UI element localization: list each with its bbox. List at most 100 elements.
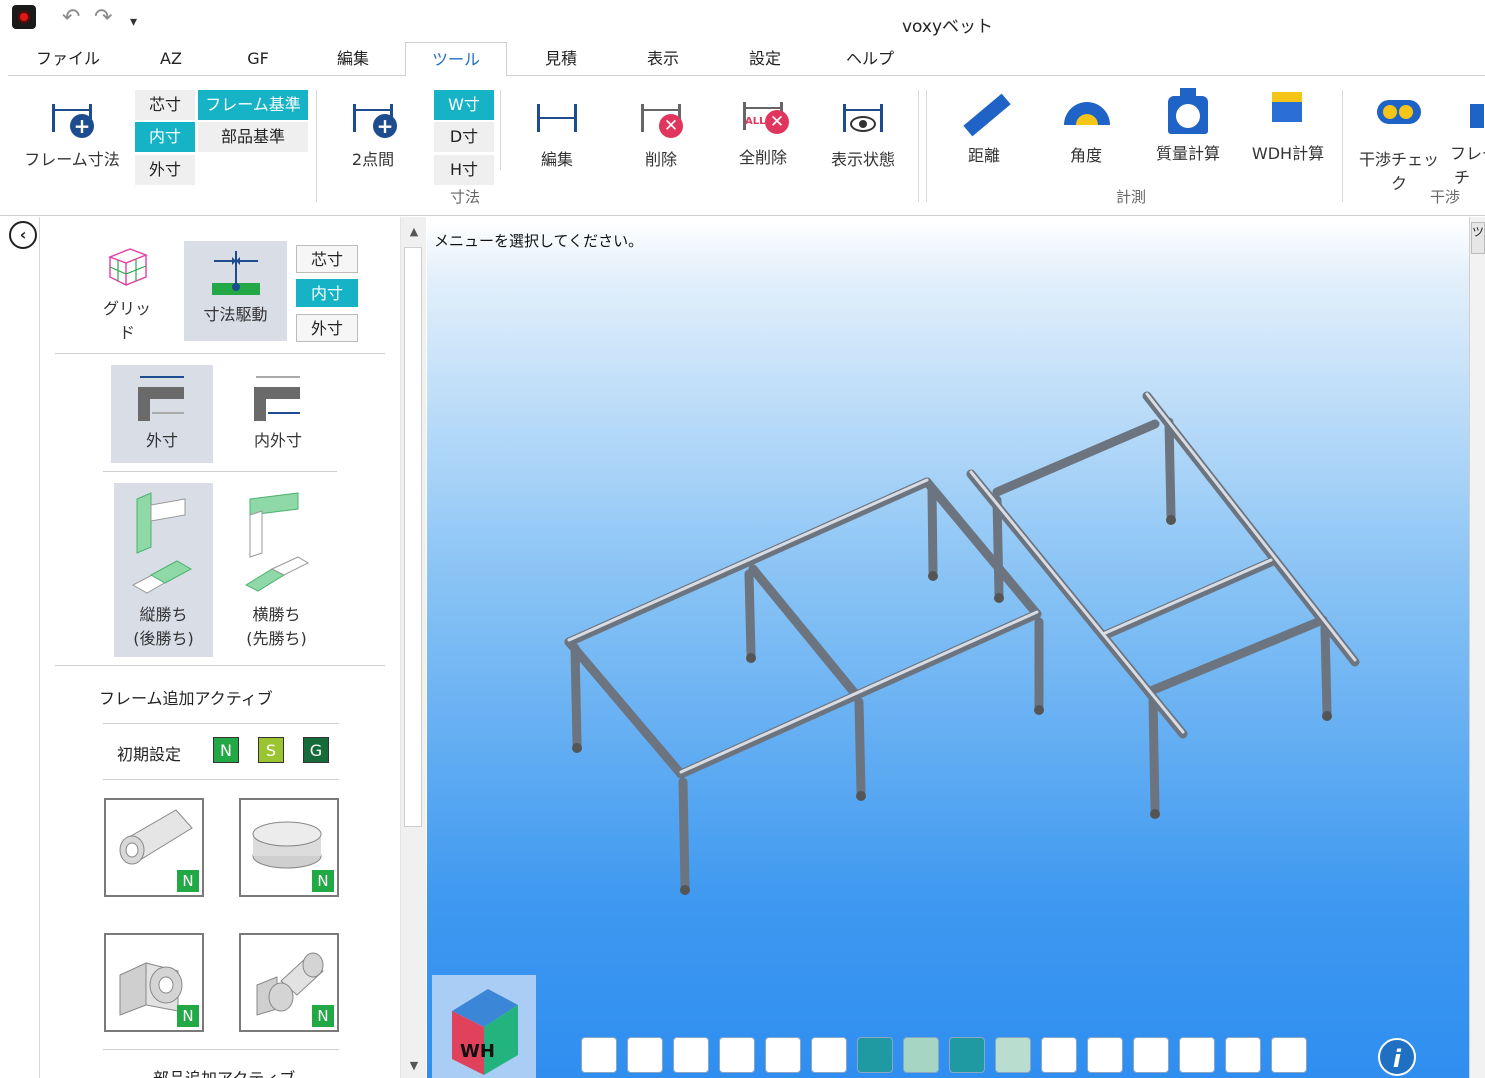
frame-add-active-heading: フレーム追加アクティブ: [99, 689, 273, 708]
navigation-cube[interactable]: WH: [432, 975, 536, 1078]
iso-view-icon[interactable]: [1041, 1037, 1077, 1073]
angle-button[interactable]: 角度: [1052, 90, 1120, 166]
two-point-label: 2点間: [351, 150, 395, 169]
panel-scrollbar[interactable]: ▲ ▼: [400, 217, 426, 1078]
frame-model-render[interactable]: [427, 362, 1469, 1062]
zoom-icon[interactable]: [765, 1037, 801, 1073]
fit-view-icon[interactable]: [581, 1037, 617, 1073]
pan-icon[interactable]: [719, 1037, 755, 1073]
frame-dimension-label: フレーム寸法: [24, 150, 120, 169]
horizontal-win-button[interactable]: 横勝ち (先勝ち): [227, 483, 326, 657]
delete-dim-label: 削除: [644, 150, 677, 169]
frame-check-label: フレー: [1450, 144, 1485, 163]
delete-all-label: 全削除: [738, 148, 787, 167]
inner-dim-option[interactable]: 内寸: [135, 122, 195, 152]
grid-button[interactable]: グリッド: [97, 243, 157, 342]
view-cube-label: WH: [460, 1041, 495, 1062]
front-view-icon[interactable]: [949, 1037, 985, 1073]
panel-outer-dim-option[interactable]: 外寸: [296, 314, 358, 342]
panel-inner-dim-option[interactable]: 内寸: [296, 279, 358, 307]
zoom-window-icon[interactable]: [627, 1037, 663, 1073]
inner-outer-dim-mode-button[interactable]: 内外寸: [227, 365, 329, 463]
back-view-icon[interactable]: [1225, 1037, 1261, 1073]
part-n-badge: N: [312, 1005, 334, 1027]
shaded-edges-view-icon[interactable]: [903, 1037, 939, 1073]
tab-help[interactable]: ヘルプ: [840, 42, 900, 76]
d-dim-option[interactable]: D寸: [434, 122, 494, 152]
scroll-down-icon[interactable]: ▼: [401, 1055, 427, 1077]
delete-dim-button[interactable]: ✕ 削除: [626, 94, 696, 170]
tab-tools[interactable]: ツール: [405, 42, 507, 77]
rotate-icon[interactable]: [811, 1037, 847, 1073]
distance-button[interactable]: 距離: [950, 90, 1018, 166]
scale-icon: [1164, 88, 1212, 134]
divider: [103, 1049, 339, 1050]
right-view-icon[interactable]: [1179, 1037, 1215, 1073]
orbit-icon[interactable]: [673, 1037, 709, 1073]
initial-s-button[interactable]: S: [258, 737, 284, 763]
part-tile-pipe[interactable]: N: [104, 798, 204, 897]
outer-dim-mode-button[interactable]: 外寸: [111, 365, 213, 463]
divider: [55, 665, 385, 666]
display-state-label: 表示状態: [830, 150, 895, 169]
part-n-badge: N: [312, 870, 334, 892]
viewport-status-message: メニューを選択してください。: [434, 232, 644, 250]
part-tile-joint[interactable]: N: [104, 933, 204, 1032]
wireframe-view-icon[interactable]: [1087, 1037, 1123, 1073]
initial-n-button[interactable]: N: [213, 737, 239, 763]
two-point-icon: +: [349, 94, 397, 140]
frame-dimension-button[interactable]: + フレーム寸法: [24, 94, 120, 170]
edit-dim-icon: [533, 94, 581, 140]
bottom-view-icon[interactable]: [1271, 1037, 1307, 1073]
vertical-win-sublabel: (後勝ち): [133, 629, 194, 648]
part-add-active-heading: 部品追加アクティブ: [153, 1065, 295, 1078]
wdh-calc-label: WDH計算: [1251, 144, 1325, 163]
display-state-button[interactable]: 表示状態: [822, 94, 904, 170]
tab-edit[interactable]: 編集: [326, 42, 380, 76]
scroll-thumb[interactable]: [404, 247, 422, 827]
core-dim-option[interactable]: 芯寸: [135, 90, 195, 120]
tab-settings[interactable]: 設定: [738, 42, 792, 76]
tab-az[interactable]: AZ: [148, 42, 194, 76]
two-point-button[interactable]: + 2点間: [335, 94, 411, 170]
tab-file[interactable]: ファイル: [28, 42, 108, 76]
part-base-option[interactable]: 部品基準: [198, 122, 308, 152]
vertical-win-button[interactable]: 縦勝ち (後勝ち): [114, 483, 213, 657]
interference-check-button[interactable]: 干渉チェック: [1352, 94, 1446, 194]
collapse-panel-icon[interactable]: ‹: [9, 221, 37, 249]
wdh-cube-icon: [1264, 88, 1312, 134]
tab-view[interactable]: 表示: [636, 42, 690, 76]
initial-g-button[interactable]: G: [303, 737, 329, 763]
delete-all-icon: ALL ✕: [739, 92, 789, 138]
shaded-view-icon[interactable]: [857, 1037, 893, 1073]
outer-dim-option[interactable]: 外寸: [135, 155, 195, 185]
scroll-up-icon[interactable]: ▲: [401, 221, 427, 243]
separator: [1342, 90, 1343, 202]
part-tile-cap[interactable]: N: [239, 798, 339, 897]
divider: [55, 353, 385, 354]
grid-icon: [108, 248, 148, 287]
top-view-icon[interactable]: [995, 1037, 1031, 1073]
left-view-icon[interactable]: [1133, 1037, 1169, 1073]
frame-check-button[interactable]: フレー チ: [1450, 94, 1485, 188]
separator: [316, 90, 317, 202]
delete-all-button[interactable]: ALL ✕ 全削除: [728, 92, 798, 168]
inner-outer-dim-mode-icon: [254, 376, 300, 421]
3d-viewport[interactable]: メニューを選択してください。 WH i: [427, 222, 1469, 1078]
outer-dim-mode-icon: [138, 376, 184, 421]
tab-gf[interactable]: GF: [234, 42, 282, 76]
w-dim-option[interactable]: W寸: [434, 90, 494, 120]
horizontal-win-icon: [244, 492, 309, 592]
part-tile-swivel-joint[interactable]: N: [239, 933, 339, 1032]
frame-base-option[interactable]: フレーム基準: [198, 90, 308, 120]
panel-core-dim-option[interactable]: 芯寸: [296, 245, 358, 273]
frame-check-icon: [1450, 94, 1485, 140]
right-panel-tab[interactable]: ツ: [1471, 222, 1485, 254]
edit-dim-button[interactable]: 編集: [522, 94, 592, 170]
tab-estimate[interactable]: 見積: [534, 42, 588, 76]
mass-calc-button[interactable]: 質量計算: [1148, 88, 1228, 164]
info-icon[interactable]: i: [1378, 1038, 1416, 1076]
wdh-calc-button[interactable]: WDH計算: [1246, 88, 1330, 164]
dimension-drive-button[interactable]: 寸法駆動: [184, 241, 287, 341]
h-dim-option[interactable]: H寸: [434, 155, 494, 185]
